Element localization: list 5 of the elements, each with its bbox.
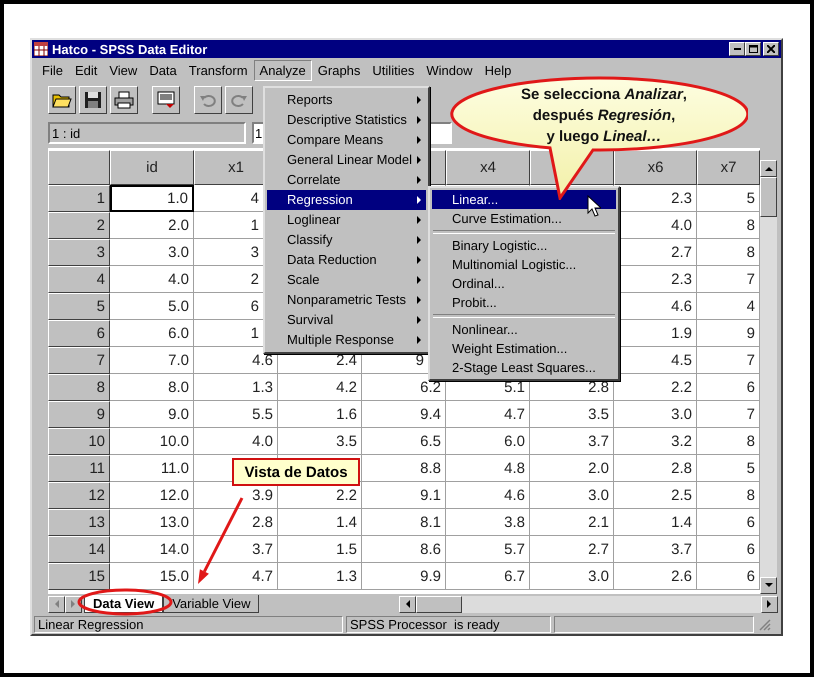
- callout-text: Se selecciona Analizar, después Regresión, y luego Lineal…: [520, 85, 688, 147]
- label-tooltip: Vista de Datos: [232, 458, 360, 486]
- window-title: Hatco - SPSS Data Editor: [52, 42, 208, 56]
- status-message: Linear Regression: [34, 616, 343, 632]
- processor-status: SPSS Processor is ready: [346, 616, 551, 632]
